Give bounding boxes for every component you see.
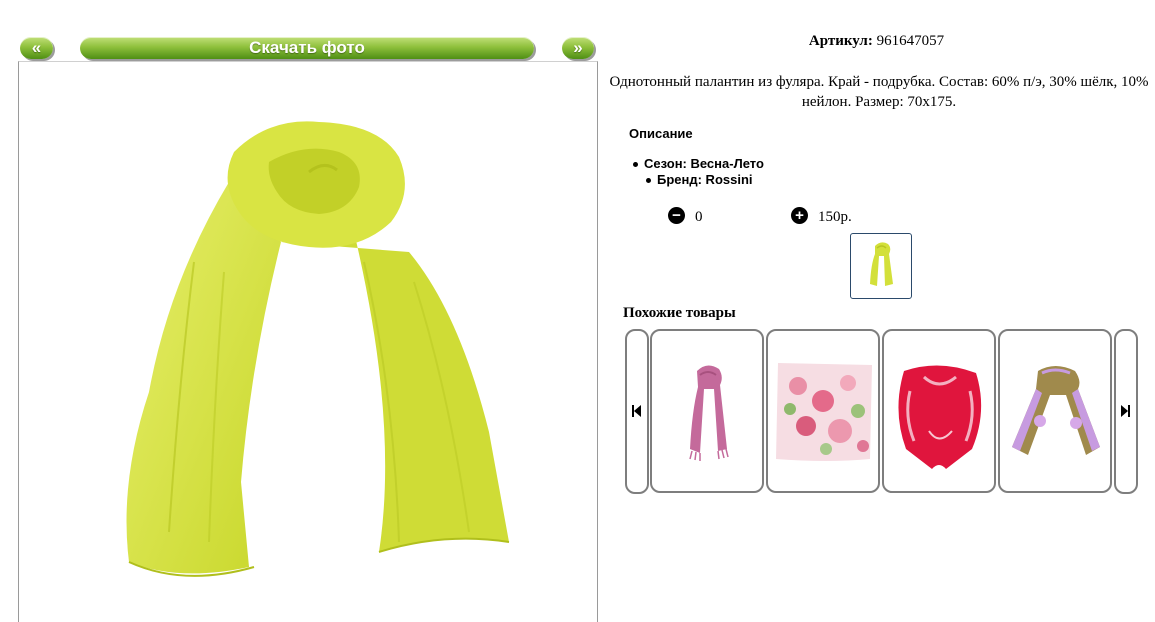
minus-circle-icon[interactable]: − — [668, 207, 685, 224]
next-photo-button[interactable]: » — [562, 37, 594, 59]
bullet-icon — [633, 162, 638, 168]
skip-next-icon — [1121, 405, 1130, 417]
product-photo-frame — [18, 61, 598, 622]
similar-item-card[interactable] — [882, 329, 996, 493]
scarf-thumbnail-image — [870, 242, 893, 286]
attribute-list: Сезон: Весна-Лето Бренд: Rossini — [633, 156, 764, 188]
bullet-icon — [646, 178, 651, 184]
similar-item-card[interactable] — [650, 329, 764, 493]
product-photo-scarf — [126, 121, 510, 577]
attribute-brand: Бренд: Rossini — [657, 172, 753, 187]
sku-line: Артикул: 961647057 — [598, 33, 1155, 50]
similar-item-card[interactable] — [766, 329, 880, 493]
floral-scarf-image — [776, 363, 872, 461]
sku-label: Артикул: — [808, 33, 873, 49]
prev-photo-button[interactable]: « — [20, 37, 53, 59]
attribute-season: Сезон: Весна-Лето — [644, 156, 764, 171]
red-shawl-image — [898, 365, 982, 469]
photo-thumbnail[interactable] — [850, 233, 912, 299]
sku-value: 961647057 — [876, 33, 945, 49]
purple-paisley-scarf-image — [1012, 366, 1100, 455]
carousel-prev-button[interactable] — [625, 329, 649, 494]
product-description: Однотонный палантин из фуляра. Край - по… — [609, 74, 1149, 110]
carousel-next-button[interactable] — [1114, 329, 1138, 494]
download-photo-button[interactable]: Скачать фото — [80, 37, 534, 59]
attribute-item: Сезон: Весна-Лето — [633, 156, 764, 172]
pink-scarf-image — [689, 365, 729, 461]
skip-previous-icon — [632, 405, 641, 417]
price-value: 150р. — [818, 209, 852, 225]
similar-products-heading: Похожие товары — [623, 305, 736, 321]
attribute-item: Бренд: Rossini — [633, 172, 764, 188]
similar-item-card[interactable] — [998, 329, 1112, 493]
quantity-value: 0 — [695, 209, 703, 225]
description-heading: Описание — [629, 126, 693, 141]
plus-circle-icon[interactable]: + — [791, 207, 808, 224]
